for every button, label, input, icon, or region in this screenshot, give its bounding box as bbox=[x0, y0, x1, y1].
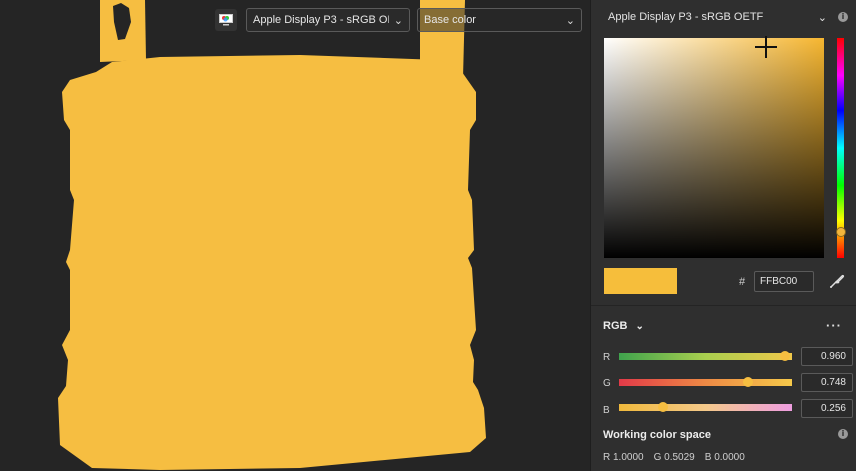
working-color-space-values: R 1.0000 G 0.5029 B 0.0000 bbox=[603, 452, 745, 463]
saturation-value-picker[interactable] bbox=[604, 38, 824, 258]
channel-g-label: G bbox=[603, 378, 611, 389]
color-mode-dropdown[interactable]: RGB ⌄ bbox=[603, 320, 644, 332]
channel-b-label: B bbox=[603, 405, 610, 416]
display-profile-dropdown[interactable]: Apple Display P3 - sRGB OETF ⌄ bbox=[246, 8, 410, 32]
channel-b-thumb[interactable] bbox=[658, 402, 669, 412]
channel-r-thumb[interactable] bbox=[780, 351, 791, 361]
channel-g-value[interactable]: 0.748 bbox=[801, 373, 853, 392]
working-r-value: R 1.0000 bbox=[603, 452, 644, 463]
chevron-down-icon: ⌄ bbox=[635, 320, 644, 332]
channel-b-slider[interactable] bbox=[619, 402, 792, 412]
hex-prefix: # bbox=[739, 276, 746, 288]
channel-b-value[interactable]: 0.256 bbox=[801, 399, 853, 418]
color-profile-title: Apple Display P3 - sRGB OETF bbox=[608, 11, 764, 23]
chevron-down-icon: ⌄ bbox=[565, 14, 575, 27]
channel-r-slider[interactable] bbox=[619, 351, 792, 361]
hex-input[interactable]: FFBC00 bbox=[754, 271, 814, 292]
eyedropper-icon[interactable] bbox=[828, 272, 846, 290]
chevron-down-icon[interactable]: ⌄ bbox=[818, 11, 827, 24]
channel-label: Base color bbox=[424, 14, 476, 26]
channel-r-label: R bbox=[603, 352, 611, 363]
bucket-model[interactable] bbox=[0, 0, 590, 471]
color-picker-panel: Apple Display P3 - sRGB OETF ⌄ i # FFBC0… bbox=[590, 0, 856, 471]
channel-g-slider[interactable] bbox=[619, 377, 792, 387]
info-icon[interactable]: i bbox=[838, 12, 848, 22]
crosshair-cursor-icon[interactable] bbox=[755, 36, 777, 58]
hue-slider-thumb[interactable] bbox=[836, 227, 846, 237]
3d-viewport[interactable]: Apple Display P3 - sRGB OETF ⌄ Base colo… bbox=[0, 0, 590, 471]
section-divider bbox=[591, 305, 856, 306]
working-b-value: B 0.0000 bbox=[704, 452, 745, 463]
current-color-swatch bbox=[604, 268, 677, 294]
bucket-body bbox=[58, 55, 486, 470]
display-settings-button[interactable] bbox=[215, 9, 237, 31]
info-icon[interactable]: i bbox=[838, 429, 848, 439]
channel-r-value[interactable]: 0.960 bbox=[801, 347, 853, 366]
color-mode-label: RGB bbox=[603, 320, 628, 332]
monitor-color-icon bbox=[219, 14, 233, 26]
more-options-button[interactable]: ··· bbox=[826, 318, 842, 333]
chevron-down-icon: ⌄ bbox=[393, 14, 403, 27]
channel-dropdown[interactable]: Base color ⌄ bbox=[417, 8, 582, 32]
working-g-value: G 0.5029 bbox=[653, 452, 695, 463]
working-color-space-title: Working color space bbox=[603, 429, 711, 441]
channel-g-thumb[interactable] bbox=[743, 377, 754, 387]
hue-slider[interactable] bbox=[837, 38, 844, 258]
display-profile-label: Apple Display P3 - sRGB OETF bbox=[253, 14, 389, 26]
color-profile-header[interactable]: Apple Display P3 - sRGB OETF ⌄ bbox=[608, 11, 827, 24]
